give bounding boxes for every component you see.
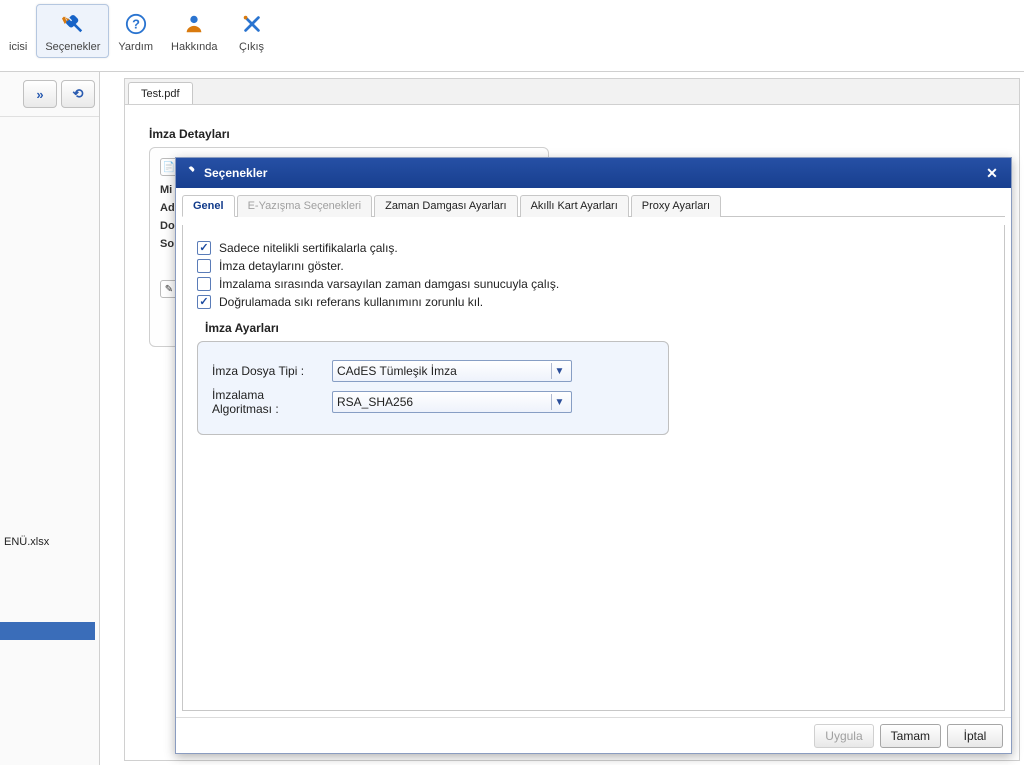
toolbar-item-help[interactable]: ? Yardım [109, 4, 162, 58]
dialog-close-button[interactable]: ✕ [981, 162, 1003, 184]
toolbar-item-about[interactable]: Hakkında [162, 4, 226, 58]
toolbar-label-about: Hakkında [171, 41, 217, 53]
toolbar-label-0: icisi [9, 41, 27, 53]
left-btn-forward[interactable]: » [23, 80, 57, 108]
left-file-item[interactable]: ENÜ.xlsx [0, 532, 95, 552]
toolbar-item-exit[interactable]: Çıkış [227, 4, 277, 58]
dialog-tab-smartcard[interactable]: Akıllı Kart Ayarları [520, 195, 629, 217]
question-icon: ? [118, 11, 153, 37]
dialog-tabs: Genel E-Yazışma Seçenekleri Zaman Damgas… [182, 194, 1005, 217]
document-tabstrip: Test.pdf [125, 79, 1019, 105]
signature-settings: İmza Dosya Tipi : CAdES Tümleşik İmza ▼ … [197, 341, 669, 435]
dialog-tab-timestamp[interactable]: Zaman Damgası Ayarları [374, 195, 517, 217]
document-tab[interactable]: Test.pdf [128, 82, 193, 104]
checkbox-default-ts[interactable] [197, 277, 211, 291]
toolbar-item-options[interactable]: Seçenekler [36, 4, 109, 58]
left-panel: » ⟲ ENÜ.xlsx [0, 72, 100, 765]
left-btn-refresh[interactable]: ⟲ [61, 80, 95, 108]
check-label-strict-ref: Doğrulamada sıkı referans kullanımını zo… [219, 295, 483, 309]
person-icon [171, 11, 217, 37]
sig-type-label: İmza Dosya Tipi : [212, 364, 326, 378]
dialog-pane-general: Sadece nitelikli sertifikalarla çalış. İ… [182, 225, 1005, 711]
dialog-tab-general[interactable]: Genel [182, 195, 235, 217]
checkbox-qualified[interactable] [197, 241, 211, 255]
svg-text:?: ? [132, 17, 140, 32]
sig-type-dropdown[interactable]: CAdES Tümleşik İmza ▼ [332, 360, 572, 382]
check-row-qualified[interactable]: Sadece nitelikli sertifikalarla çalış. [197, 241, 990, 255]
checkbox-showdetails[interactable] [197, 259, 211, 273]
toolbar-label-options: Seçenekler [45, 41, 100, 53]
sig-alg-label: İmzalama Algoritması : [212, 388, 326, 416]
options-dialog: Seçenekler ✕ Genel E-Yazışma Seçenekleri… [175, 157, 1012, 754]
check-label-qualified: Sadece nitelikli sertifikalarla çalış. [219, 241, 398, 255]
left-panel-buttons: » ⟲ [0, 72, 99, 117]
toolbar-item-0[interactable]: icisi [0, 4, 36, 58]
sig-group-label: İmza Ayarları [205, 321, 990, 335]
main-toolbar: icisi Seçenekler ? Yardım Hakkında Çıkış [0, 0, 1024, 72]
wrench-icon [184, 165, 198, 182]
cross-icon [236, 11, 268, 37]
ok-button[interactable]: Tamam [880, 724, 941, 748]
check-row-default-ts[interactable]: İmzalama sırasında varsayılan zaman damg… [197, 277, 990, 291]
toolbar-label-exit: Çıkış [236, 41, 268, 53]
dialog-tab-eyazisma: E-Yazışma Seçenekleri [237, 195, 373, 217]
checkbox-strict-ref[interactable] [197, 295, 211, 309]
chevron-down-icon: ▼ [551, 394, 567, 410]
apply-button: Uygula [814, 724, 873, 748]
dialog-tab-proxy[interactable]: Proxy Ayarları [631, 195, 721, 217]
sig-type-value: CAdES Tümleşik İmza [337, 364, 457, 378]
chevron-down-icon: ▼ [551, 363, 567, 379]
dialog-titlebar[interactable]: Seçenekler ✕ [176, 158, 1011, 188]
check-row-showdetails[interactable]: İmza detaylarını göster. [197, 259, 990, 273]
check-label-default-ts: İmzalama sırasında varsayılan zaman damg… [219, 277, 559, 291]
dialog-body: Genel E-Yazışma Seçenekleri Zaman Damgas… [176, 188, 1011, 717]
check-label-showdetails: İmza detaylarını göster. [219, 259, 344, 273]
wrench-cross-icon [45, 11, 100, 37]
sig-alg-dropdown[interactable]: RSA_SHA256 ▼ [332, 391, 572, 413]
left-selected-row[interactable] [0, 622, 95, 640]
sig-alg-value: RSA_SHA256 [337, 395, 413, 409]
cancel-button[interactable]: İptal [947, 724, 1003, 748]
toolbar-label-help: Yardım [118, 41, 153, 53]
wrench-icon [9, 11, 27, 37]
dialog-footer: Uygula Tamam İptal [176, 717, 1011, 753]
section-title: İmza Detayları [149, 127, 995, 141]
check-row-strict-ref[interactable]: Doğrulamada sıkı referans kullanımını zo… [197, 295, 990, 309]
dialog-title: Seçenekler [204, 166, 267, 180]
